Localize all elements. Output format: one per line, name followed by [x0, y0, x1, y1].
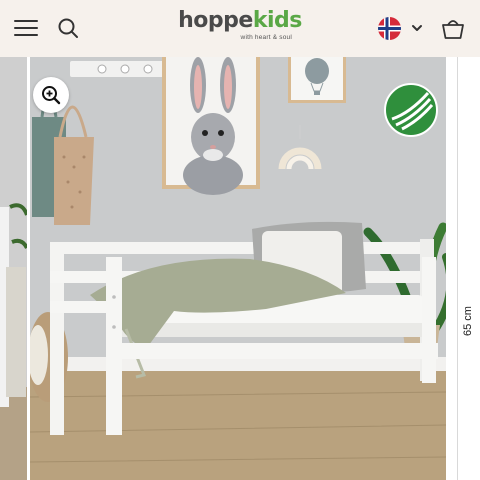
- search-icon[interactable]: [57, 17, 79, 39]
- logo-tagline: with heart & soul: [240, 34, 292, 41]
- product-image-gallery[interactable]: 65 cm: [0, 57, 480, 480]
- chevron-down-icon[interactable]: [410, 21, 424, 35]
- hamburger-menu-icon[interactable]: [14, 19, 38, 37]
- dimension-height-label: 65 cm: [462, 306, 474, 336]
- brand-logo[interactable]: hoppekids with heart & soul: [178, 8, 302, 44]
- logo-text-accent: kids: [252, 8, 303, 33]
- norway-flag-icon[interactable]: [378, 17, 401, 40]
- nordic-swan-ecolabel-icon: [384, 83, 438, 137]
- zoom-in-icon: [42, 86, 61, 105]
- dimension-line: [457, 57, 458, 480]
- next-slide-dimensions[interactable]: [446, 57, 480, 480]
- zoom-button[interactable]: [33, 77, 69, 113]
- logo-text-main: hoppe: [178, 8, 253, 33]
- previous-slide-image[interactable]: [0, 57, 27, 480]
- basket-icon[interactable]: [440, 16, 466, 40]
- site-header: hoppekids with heart & soul: [0, 0, 480, 57]
